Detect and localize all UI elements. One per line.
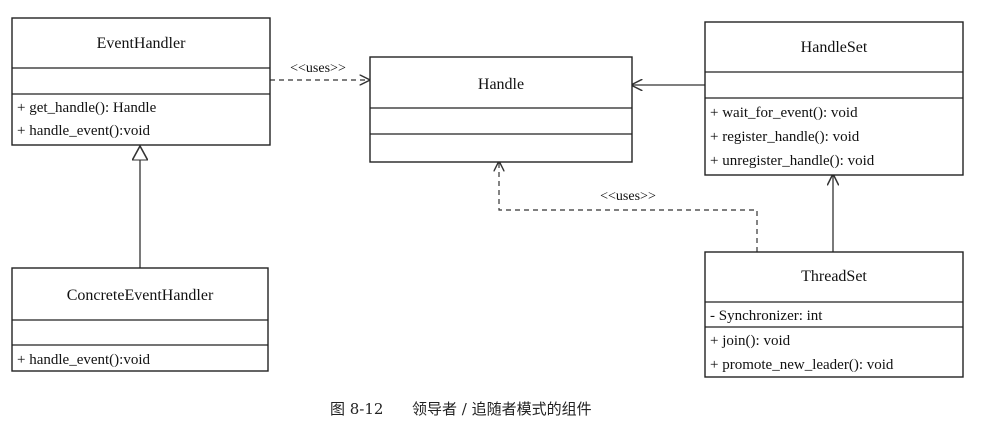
method-item: + handle_event():void <box>17 352 151 368</box>
method-item: + register_handle(): void <box>710 129 860 145</box>
class-name: ConcreteEventHandler <box>67 287 214 304</box>
class-name: ThreadSet <box>801 268 867 285</box>
class-name: Handle <box>478 76 524 93</box>
caption-number: 图 8-12 <box>330 400 383 418</box>
caption-text: 领导者 / 追随者模式的组件 <box>412 400 592 418</box>
method-item: + get_handle(): Handle <box>17 100 157 116</box>
uml-class-diagram: <<uses>> <<uses>> EventHandler + get_han… <box>11 17 964 418</box>
class-threadset: ThreadSet - Synchronizer: int + join(): … <box>704 251 964 378</box>
uses-label-top: <<uses>> <box>290 61 346 76</box>
class-eventhandler: EventHandler + get_handle(): Handle + ha… <box>11 17 271 146</box>
method-item: + handle_event():void <box>17 123 151 139</box>
figure-caption: 图 8-12 领导者 / 追随者模式的组件 <box>330 400 592 418</box>
method-item: + promote_new_leader(): void <box>710 357 894 373</box>
class-name: EventHandler <box>97 35 187 52</box>
uses-label-bottom: <<uses>> <box>600 189 656 204</box>
class-concreteeventhandler: ConcreteEventHandler + handle_event():vo… <box>11 267 269 372</box>
attribute-item: - Synchronizer: int <box>710 308 823 324</box>
method-item: + join(): void <box>710 333 791 349</box>
method-item: + unregister_handle(): void <box>710 153 875 169</box>
method-item: + wait_for_event(): void <box>710 105 858 121</box>
class-name: HandleSet <box>801 39 868 56</box>
class-handleset: HandleSet + wait_for_event(): void + reg… <box>704 21 964 176</box>
class-handle: Handle <box>369 56 633 163</box>
